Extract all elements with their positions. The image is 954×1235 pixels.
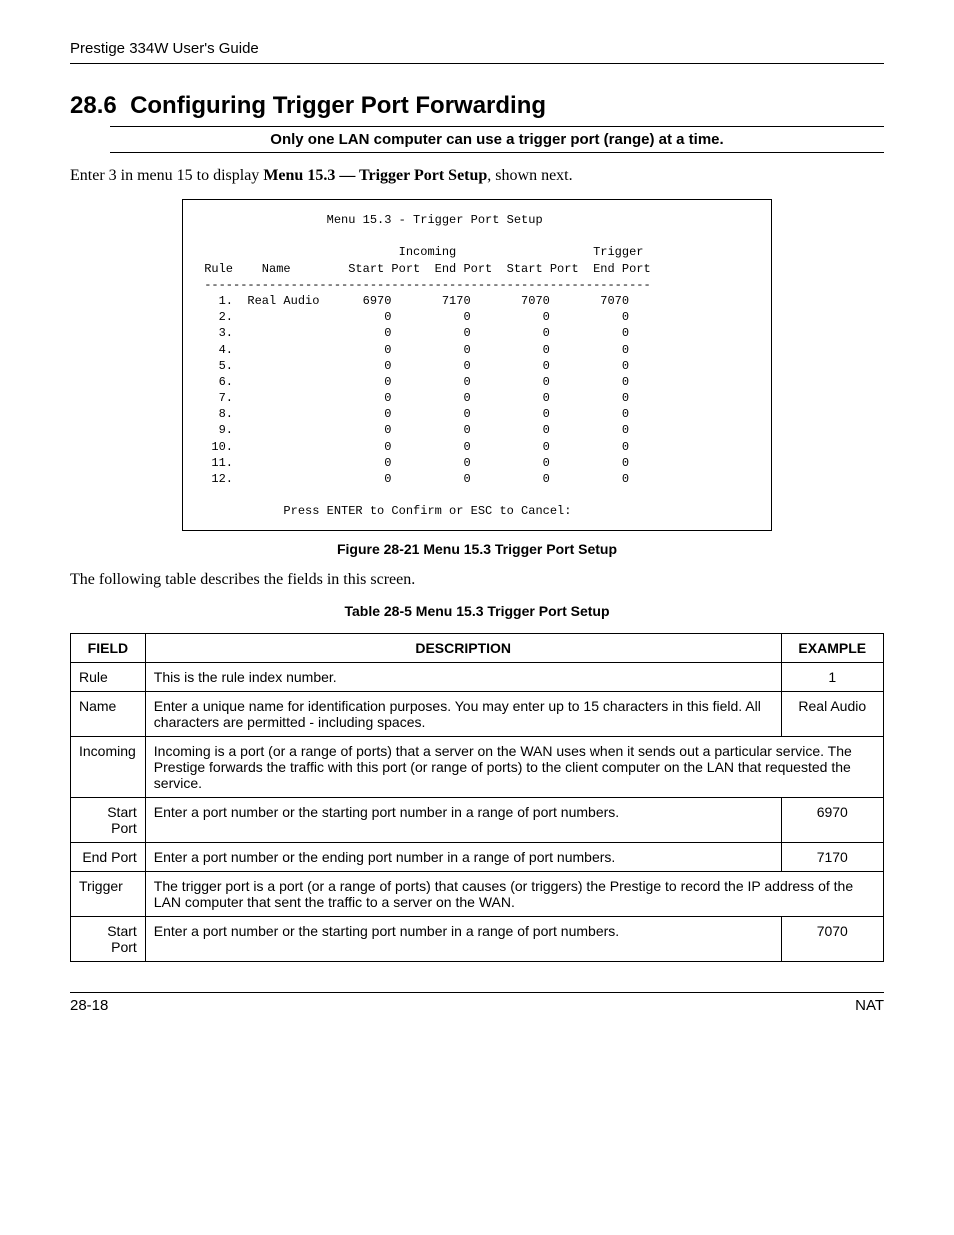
cell-description: The trigger port is a port (or a range o… bbox=[145, 871, 883, 916]
intro-prefix: Enter 3 in menu 15 to display bbox=[70, 167, 263, 184]
intro-paragraph: Enter 3 in menu 15 to display Menu 15.3 … bbox=[70, 167, 884, 185]
table-row: Start PortEnter a port number or the sta… bbox=[71, 916, 884, 961]
th-description: DESCRIPTION bbox=[145, 633, 781, 662]
cell-field: End Port bbox=[71, 842, 146, 871]
note-text: Only one LAN computer can use a trigger … bbox=[110, 126, 884, 153]
page-footer: 28-18 NAT bbox=[70, 992, 884, 1014]
cell-example: 1 bbox=[781, 662, 883, 691]
cell-example: 6970 bbox=[781, 797, 883, 842]
table-row: TriggerThe trigger port is a port (or a … bbox=[71, 871, 884, 916]
cell-field: Start Port bbox=[71, 797, 146, 842]
cell-description: This is the rule index number. bbox=[145, 662, 781, 691]
section-title-text: Configuring Trigger Port Forwarding bbox=[130, 92, 546, 119]
page-header: Prestige 334W User's Guide bbox=[70, 40, 884, 64]
intro-bold: Menu 15.3 — Trigger Port Setup bbox=[263, 167, 487, 184]
cell-field: Incoming bbox=[71, 736, 146, 797]
page-number: 28-18 bbox=[70, 997, 108, 1014]
cell-description: Enter a unique name for identification p… bbox=[145, 691, 781, 736]
table-row: RuleThis is the rule index number.1 bbox=[71, 662, 884, 691]
figure-caption: Figure 28-21 Menu 15.3 Trigger Port Setu… bbox=[70, 541, 884, 557]
cell-field: Rule bbox=[71, 662, 146, 691]
cell-field: Name bbox=[71, 691, 146, 736]
cell-example: 7070 bbox=[781, 916, 883, 961]
th-field: FIELD bbox=[71, 633, 146, 662]
terminal-figure: Menu 15.3 - Trigger Port Setup Incoming … bbox=[182, 199, 772, 531]
cell-description: Incoming is a port (or a range of ports)… bbox=[145, 736, 883, 797]
guide-title: Prestige 334W User's Guide bbox=[70, 40, 259, 57]
th-example: EXAMPLE bbox=[781, 633, 883, 662]
intro-suffix: , shown next. bbox=[487, 167, 572, 184]
table-row: NameEnter a unique name for identificati… bbox=[71, 691, 884, 736]
cell-example: Real Audio bbox=[781, 691, 883, 736]
note-container: Only one LAN computer can use a trigger … bbox=[110, 126, 884, 153]
cell-field: Start Port bbox=[71, 916, 146, 961]
table-row: End PortEnter a port number or the endin… bbox=[71, 842, 884, 871]
table-intro: The following table describes the fields… bbox=[70, 571, 884, 589]
table-caption: Table 28-5 Menu 15.3 Trigger Port Setup bbox=[70, 603, 884, 619]
cell-description: Enter a port number or the starting port… bbox=[145, 916, 781, 961]
section-number: 28.6 bbox=[70, 92, 117, 119]
cell-description: Enter a port number or the starting port… bbox=[145, 797, 781, 842]
fields-table: FIELD DESCRIPTION EXAMPLE RuleThis is th… bbox=[70, 633, 884, 962]
cell-description: Enter a port number or the ending port n… bbox=[145, 842, 781, 871]
chapter-label: NAT bbox=[855, 997, 884, 1014]
table-row: IncomingIncoming is a port (or a range o… bbox=[71, 736, 884, 797]
section-heading: 28.6 Configuring Trigger Port Forwarding bbox=[70, 92, 884, 120]
table-header-row: FIELD DESCRIPTION EXAMPLE bbox=[71, 633, 884, 662]
cell-field: Trigger bbox=[71, 871, 146, 916]
cell-example: 7170 bbox=[781, 842, 883, 871]
table-row: Start PortEnter a port number or the sta… bbox=[71, 797, 884, 842]
